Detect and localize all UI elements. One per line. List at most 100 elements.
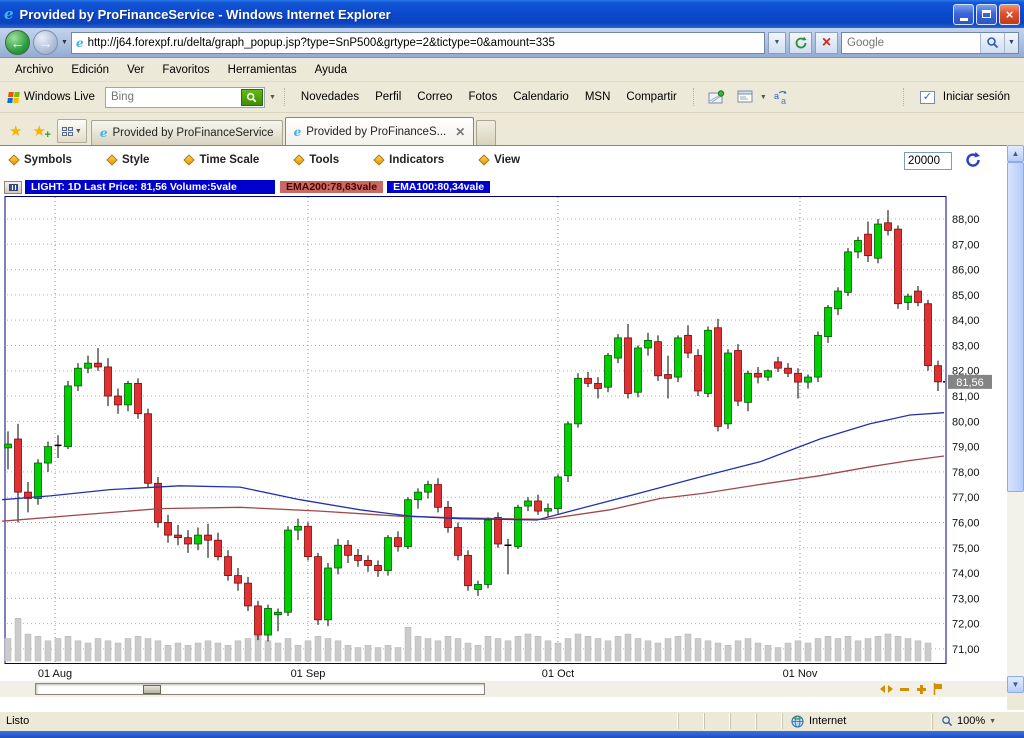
live-link-fotos[interactable]: Fotos	[460, 88, 505, 106]
address-bar[interactable]: e http://j64.forexpf.ru/delta/graph_popu…	[70, 31, 765, 54]
menu-item-edicion[interactable]: Edición	[62, 61, 118, 79]
tab-favicon-icon: e	[293, 124, 302, 139]
signin-button[interactable]: Iniciar sesión	[943, 91, 1010, 103]
volume-bar	[834, 638, 842, 662]
zoom-in-icon[interactable]	[916, 684, 927, 695]
search-options-dropdown[interactable]: ▼	[1004, 32, 1018, 53]
tab-profinance-2-active[interactable]: e Provided by ProFinanceS... ✕	[284, 117, 475, 145]
volume-bar	[34, 636, 42, 662]
back-button[interactable]: ←	[5, 30, 30, 55]
chart-menu-tools[interactable]: Tools	[293, 154, 339, 166]
candle-body-up	[334, 544, 342, 569]
menu-item-ver[interactable]: Ver	[118, 61, 153, 79]
candle-body-down	[884, 222, 892, 231]
chart-refresh-button[interactable]	[964, 151, 983, 174]
tab-profinance-1[interactable]: e Provided by ProFinanceService	[90, 120, 283, 145]
tab-close-icon[interactable]: ✕	[451, 125, 465, 139]
chart-range-slider[interactable]	[35, 683, 485, 695]
volume-bar	[714, 642, 722, 662]
new-tab-stub[interactable]	[476, 120, 497, 145]
candle-body-down	[894, 228, 902, 305]
candle-body-down	[354, 554, 362, 561]
legend-ema200-badge: EMA200:78,63vale	[279, 180, 385, 194]
y-axis-label: 81,00	[952, 391, 980, 403]
volume-bar	[144, 638, 152, 662]
status-pane	[730, 713, 756, 729]
volume-bar	[704, 640, 712, 662]
volume-bar	[874, 636, 882, 662]
live-link-compartir[interactable]: Compartir	[618, 88, 684, 106]
candle-body-down	[254, 605, 262, 636]
menu-item-herramientas[interactable]: Herramientas	[219, 61, 306, 79]
volume-bar	[904, 638, 912, 662]
candle-body-down	[394, 537, 402, 547]
translate-button[interactable]: a a	[773, 90, 791, 105]
live-link-msn[interactable]: MSN	[577, 88, 619, 106]
volume-bar	[394, 647, 402, 662]
volume-bar	[524, 633, 532, 662]
candle-body-down	[624, 337, 632, 394]
volume-bar	[424, 638, 432, 662]
bing-dropdown-icon[interactable]: ▼	[269, 94, 276, 101]
zoom-out-icon[interactable]	[899, 684, 910, 694]
chart-menu-time-scale[interactable]: Time Scale	[183, 154, 259, 166]
address-url[interactable]: http://j64.forexpf.ru/delta/graph_popup.…	[88, 37, 760, 49]
quick-tabs-button[interactable]: ▼	[56, 119, 87, 143]
close-button[interactable]: ×	[999, 3, 1020, 25]
flag-icon[interactable]	[933, 683, 943, 695]
minimize-button[interactable]	[953, 3, 974, 25]
form-dropdown-icon[interactable]: ▼	[760, 94, 767, 101]
scroll-up-button[interactable]: ▲	[1007, 145, 1024, 162]
refresh-button[interactable]	[789, 31, 812, 54]
chart-range-slider-thumb[interactable]	[143, 685, 161, 694]
chart-bottom-bar	[0, 681, 1007, 697]
bing-search-input[interactable]	[105, 91, 241, 103]
live-link-calendario[interactable]: Calendario	[505, 88, 577, 106]
chart-menu-style[interactable]: Style	[106, 154, 149, 166]
chart-menu-symbols[interactable]: Symbols	[8, 154, 72, 166]
fit-width-icon[interactable]	[880, 684, 893, 694]
signin-checkbox-icon: ✓	[919, 90, 935, 104]
zoom-pane[interactable]: 100% ▼	[932, 713, 1024, 729]
volume-bar	[614, 636, 622, 662]
forward-button[interactable]: →	[33, 30, 58, 55]
legend-settings-button[interactable]	[4, 180, 22, 194]
address-dropdown-button[interactable]: ▼	[768, 31, 786, 54]
stop-button[interactable]: ×	[815, 31, 838, 54]
form-fill-button[interactable]	[737, 90, 754, 104]
chart-menu-view[interactable]: View	[478, 154, 520, 166]
photo-share-button[interactable]	[708, 89, 725, 105]
zoom-dropdown-icon[interactable]: ▼	[989, 718, 996, 725]
scrollbar-thumb[interactable]	[1007, 162, 1024, 492]
menu-item-favoritos[interactable]: Favoritos	[153, 61, 218, 79]
y-axis-label: 73,00	[952, 593, 980, 605]
menu-item-archivo[interactable]: Archivo	[6, 61, 62, 79]
scroll-down-button[interactable]: ▼	[1007, 676, 1024, 693]
candle-body-down	[204, 534, 212, 541]
add-favorite-button[interactable]: ★ +	[27, 122, 50, 145]
bing-search-box[interactable]	[104, 86, 265, 108]
live-link-perfil[interactable]: Perfil	[367, 88, 409, 106]
y-axis-label: 80,00	[952, 416, 980, 428]
volume-bar	[814, 638, 822, 662]
candle-body-up	[384, 537, 392, 571]
volume-bar	[4, 638, 12, 662]
search-icon	[247, 92, 257, 102]
amount-input[interactable]	[904, 152, 952, 170]
menu-item-ayuda[interactable]: Ayuda	[306, 61, 356, 79]
restore-button[interactable]	[976, 3, 997, 25]
chart-menu-indicators[interactable]: Indicators	[373, 154, 444, 166]
favorites-button[interactable]: ★	[4, 122, 27, 145]
candle-body-up	[404, 499, 412, 547]
search-go-button[interactable]	[980, 32, 1004, 53]
search-box[interactable]: ▼	[841, 31, 1019, 54]
volume-bar	[324, 638, 332, 662]
history-dropdown-icon[interactable]: ▼	[61, 39, 68, 46]
search-input[interactable]	[842, 36, 980, 49]
candle-body-up	[414, 491, 422, 501]
live-link-novedades[interactable]: Novedades	[293, 88, 367, 106]
live-link-correo[interactable]: Correo	[409, 88, 460, 106]
vertical-scrollbar[interactable]: ▲ ▼	[1007, 145, 1024, 710]
bing-search-button[interactable]	[240, 88, 263, 106]
menu-bar: Archivo Edición Ver Favoritos Herramientas Ay…	[0, 59, 1024, 82]
